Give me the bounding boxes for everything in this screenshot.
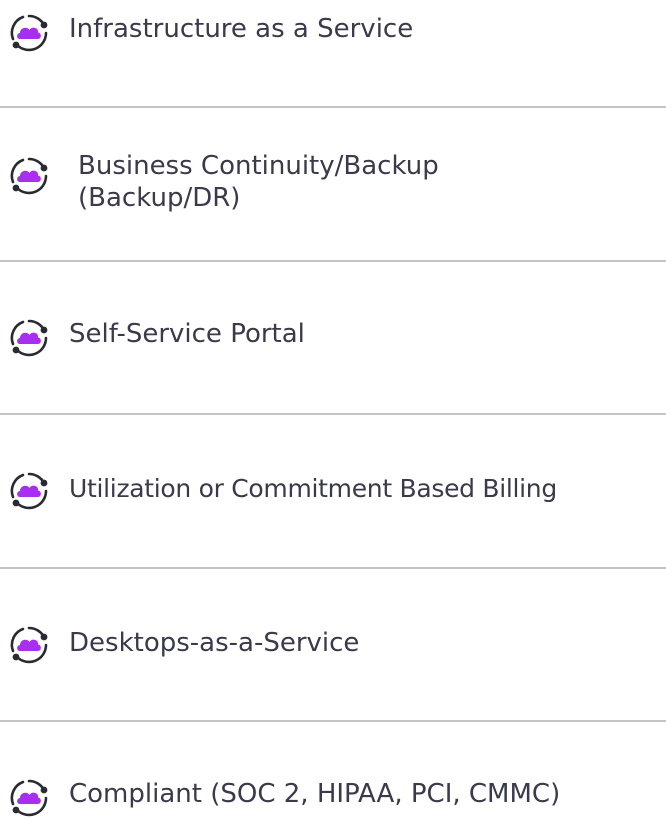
- divider: [0, 413, 666, 415]
- cloud-cycle-icon: [8, 624, 50, 666]
- divider: [0, 567, 666, 569]
- divider: [0, 106, 666, 108]
- cloud-cycle-icon: [8, 317, 50, 359]
- feature-label: Self-Service Portal: [69, 319, 305, 349]
- feature-list: Infrastructure as a Service Business Con…: [0, 0, 666, 817]
- feature-label: Desktops-as-a-Service: [69, 628, 360, 658]
- divider: [0, 720, 666, 722]
- divider: [0, 260, 666, 262]
- feature-label: Business Continuity/Backup (Backup/DR): [78, 151, 439, 213]
- cloud-cycle-icon: [8, 470, 50, 512]
- feature-label: Utilization or Commitment Based Billing: [69, 474, 557, 503]
- feature-label: Infrastructure as a Service: [69, 14, 414, 44]
- cloud-cycle-icon: [8, 12, 50, 54]
- feature-label: Compliant (SOC 2, HIPAA, PCI, CMMC): [69, 779, 561, 809]
- cloud-cycle-icon: [8, 777, 50, 819]
- cloud-cycle-icon: [8, 155, 50, 197]
